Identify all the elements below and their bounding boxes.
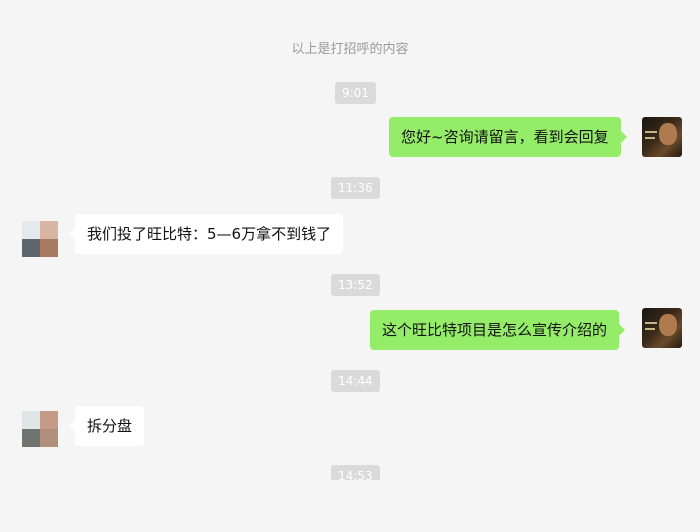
self-avatar-icon[interactable] [642,117,682,157]
contact-avatar-icon[interactable] [22,411,58,447]
timestamp: 14:44 [331,370,380,392]
chat-history[interactable]: 以上是打招呼的内容 9:01 您好~咨询请留言，看到会回复 11:36 我们投了… [0,0,700,480]
timestamp: 9:01 [335,82,376,104]
system-notice: 以上是打招呼的内容 [291,42,409,57]
timestamp: 14:53 [331,465,380,480]
incoming-message[interactable]: 我们投了旺比特：5—6万拿不到钱了 [68,214,344,254]
incoming-message[interactable]: 拆分盘 [68,406,145,446]
timestamp: 11:36 [331,177,380,199]
self-avatar-icon[interactable] [642,308,682,348]
outgoing-message[interactable]: 您好~咨询请留言，看到会回复 [389,117,627,157]
contact-avatar-icon[interactable] [22,221,58,257]
timestamp: 13:52 [331,274,380,296]
chat-footer [0,480,700,532]
outgoing-message[interactable]: 这个旺比特项目是怎么宣传介绍的 [370,310,626,350]
